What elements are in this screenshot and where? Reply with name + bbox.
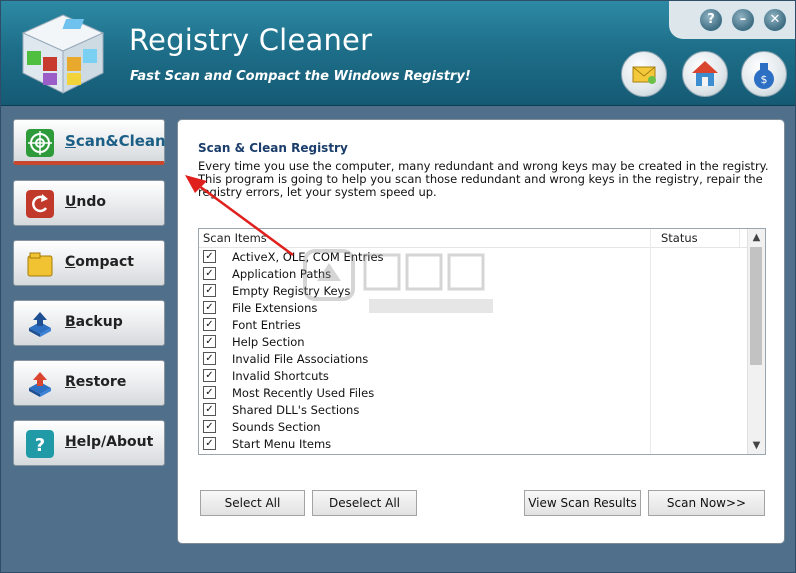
nav-help-about[interactable]: ? Help/About [13, 420, 165, 466]
item-label: Shared DLL's Sections [232, 403, 360, 417]
close-icon[interactable]: ✕ [763, 8, 787, 32]
item-checkbox[interactable]: ✓ [203, 335, 216, 348]
item-checkbox[interactable]: ✓ [203, 403, 216, 416]
deselect-all-button[interactable]: Deselect All [312, 490, 417, 516]
nav-backup[interactable]: Backup [13, 300, 165, 346]
list-item[interactable]: ✓ Invalid Shortcuts [199, 367, 747, 384]
email-icon [632, 66, 656, 84]
nav-compact[interactable]: Compact [13, 240, 165, 286]
help-icon[interactable]: ? [699, 8, 723, 32]
restore-tray-icon [29, 372, 51, 397]
item-label: Sounds Section [232, 420, 321, 434]
nav-label: Backup [65, 314, 123, 330]
scroll-down-icon[interactable]: ▼ [748, 437, 765, 454]
list-item[interactable]: ✓ Start Menu Items [199, 435, 747, 452]
item-checkbox[interactable]: ✓ [203, 352, 216, 365]
column-divider [739, 229, 740, 247]
nav-undo[interactable]: Undo [13, 180, 165, 226]
app-window: Registry Cleaner Fast Scan and Compact t… [0, 0, 796, 573]
watermark-logo [303, 249, 493, 313]
item-label: Font Entries [232, 318, 301, 332]
nav-restore[interactable]: Restore [13, 360, 165, 406]
registry-cube-logo [21, 14, 105, 94]
home-icon [692, 61, 718, 86]
app-subtitle: Fast Scan and Compact the Windows Regist… [130, 69, 471, 84]
backup-tray-icon [29, 312, 51, 337]
email-button[interactable] [621, 51, 667, 97]
target-icon [26, 129, 54, 157]
undo-arrow-icon [26, 190, 54, 218]
list-item[interactable]: ✓ Sounds Section [199, 418, 747, 435]
header-banner: Registry Cleaner Fast Scan and Compact t… [1, 1, 795, 106]
item-label: Help Section [232, 335, 305, 349]
item-label: Most Recently Used Files [232, 386, 375, 400]
folder-icon [27, 252, 53, 277]
svg-text:$: $ [761, 73, 768, 86]
item-label: Start Menu Items [232, 437, 332, 451]
item-checkbox[interactable]: ✓ [203, 301, 216, 314]
item-checkbox[interactable]: ✓ [203, 437, 216, 450]
money-bag-icon: $ [754, 63, 774, 89]
item-checkbox[interactable]: ✓ [203, 420, 216, 433]
money-bag-button[interactable]: $ [741, 51, 787, 97]
question-icon: ? [26, 430, 54, 458]
list-item[interactable]: ✓ Help Section [199, 333, 747, 350]
scroll-thumb[interactable] [750, 247, 762, 365]
nav-scan-clean[interactable]: Scan&Clean [13, 119, 166, 165]
scroll-up-icon[interactable]: ▲ [748, 229, 765, 246]
nav-label: Help/About [65, 434, 154, 450]
list-item[interactable]: ✓ Invalid File Associations [199, 350, 747, 367]
item-checkbox[interactable]: ✓ [203, 267, 216, 280]
svg-text:?: ? [35, 435, 45, 456]
nav-label: Undo [65, 194, 106, 210]
item-checkbox[interactable]: ✓ [203, 318, 216, 331]
home-button[interactable] [682, 51, 728, 97]
app-title: Registry Cleaner [129, 23, 373, 57]
item-label: Invalid Shortcuts [232, 369, 329, 383]
column-header-status[interactable]: Status [661, 231, 698, 245]
nav-label: Scan&Clean [65, 132, 166, 150]
item-label: Invalid File Associations [232, 352, 369, 366]
minimize-icon[interactable]: – [731, 8, 755, 32]
nav-label: Restore [65, 374, 127, 390]
list-item[interactable]: ✓ Most Recently Used Files [199, 384, 747, 401]
annotation-arrow [185, 175, 294, 257]
list-item[interactable]: ✓ Shared DLL's Sections [199, 401, 747, 418]
item-checkbox[interactable]: ✓ [203, 386, 216, 399]
nav-label: Compact [65, 254, 134, 270]
panel-title: Scan & Clean Registry [198, 141, 348, 155]
view-scan-results-button[interactable]: View Scan Results [524, 490, 641, 516]
item-checkbox[interactable]: ✓ [203, 284, 216, 297]
item-checkbox[interactable]: ✓ [203, 369, 216, 382]
select-all-button[interactable]: Select All [200, 490, 305, 516]
scrollbar[interactable]: ▲ ▼ [747, 229, 765, 454]
scan-now-button[interactable]: Scan Now>> [648, 490, 765, 516]
